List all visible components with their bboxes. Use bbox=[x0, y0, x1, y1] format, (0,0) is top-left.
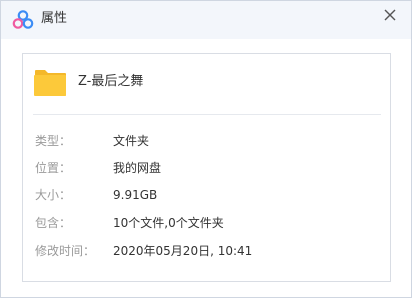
prop-value-type: 文件夹 bbox=[113, 134, 150, 148]
prop-value-contains: 10个文件,0个文件夹 bbox=[113, 216, 224, 230]
cloud-logo-icon bbox=[12, 10, 34, 29]
prop-value-modified: 2020年05月20日, 10:41 bbox=[113, 244, 253, 258]
prop-label-size: 大小： bbox=[35, 188, 72, 202]
close-icon[interactable] bbox=[381, 6, 399, 24]
prop-row-type: 类型： 文件夹 bbox=[35, 132, 375, 150]
prop-label-modified: 修改时间： bbox=[35, 244, 96, 258]
prop-row-location: 位置： 我的网盘 bbox=[35, 159, 375, 177]
prop-label-location: 位置： bbox=[35, 161, 72, 175]
properties-dialog: 属性 Z-最后之舞 类型： 文件夹 位置： 我的网盘 大小： 9.91GB 包含 bbox=[0, 0, 412, 298]
prop-row-contains: 包含： 10个文件,0个文件夹 bbox=[35, 214, 375, 232]
dialog-title: 属性 bbox=[41, 11, 68, 26]
divider bbox=[33, 114, 381, 115]
prop-label-contains: 包含： bbox=[35, 216, 72, 230]
prop-row-size: 大小： 9.91GB bbox=[35, 186, 375, 204]
prop-value-size: 9.91GB bbox=[113, 188, 158, 202]
properties-panel: Z-最后之舞 类型： 文件夹 位置： 我的网盘 大小： 9.91GB 包含： 1… bbox=[22, 53, 391, 282]
prop-label-type: 类型： bbox=[35, 134, 72, 148]
folder-icon bbox=[32, 66, 68, 98]
prop-row-modified: 修改时间： 2020年05月20日, 10:41 bbox=[35, 242, 375, 260]
prop-value-location: 我的网盘 bbox=[113, 161, 162, 175]
file-name: Z-最后之舞 bbox=[78, 74, 144, 89]
title-bar[interactable]: 属性 bbox=[1, 1, 411, 39]
